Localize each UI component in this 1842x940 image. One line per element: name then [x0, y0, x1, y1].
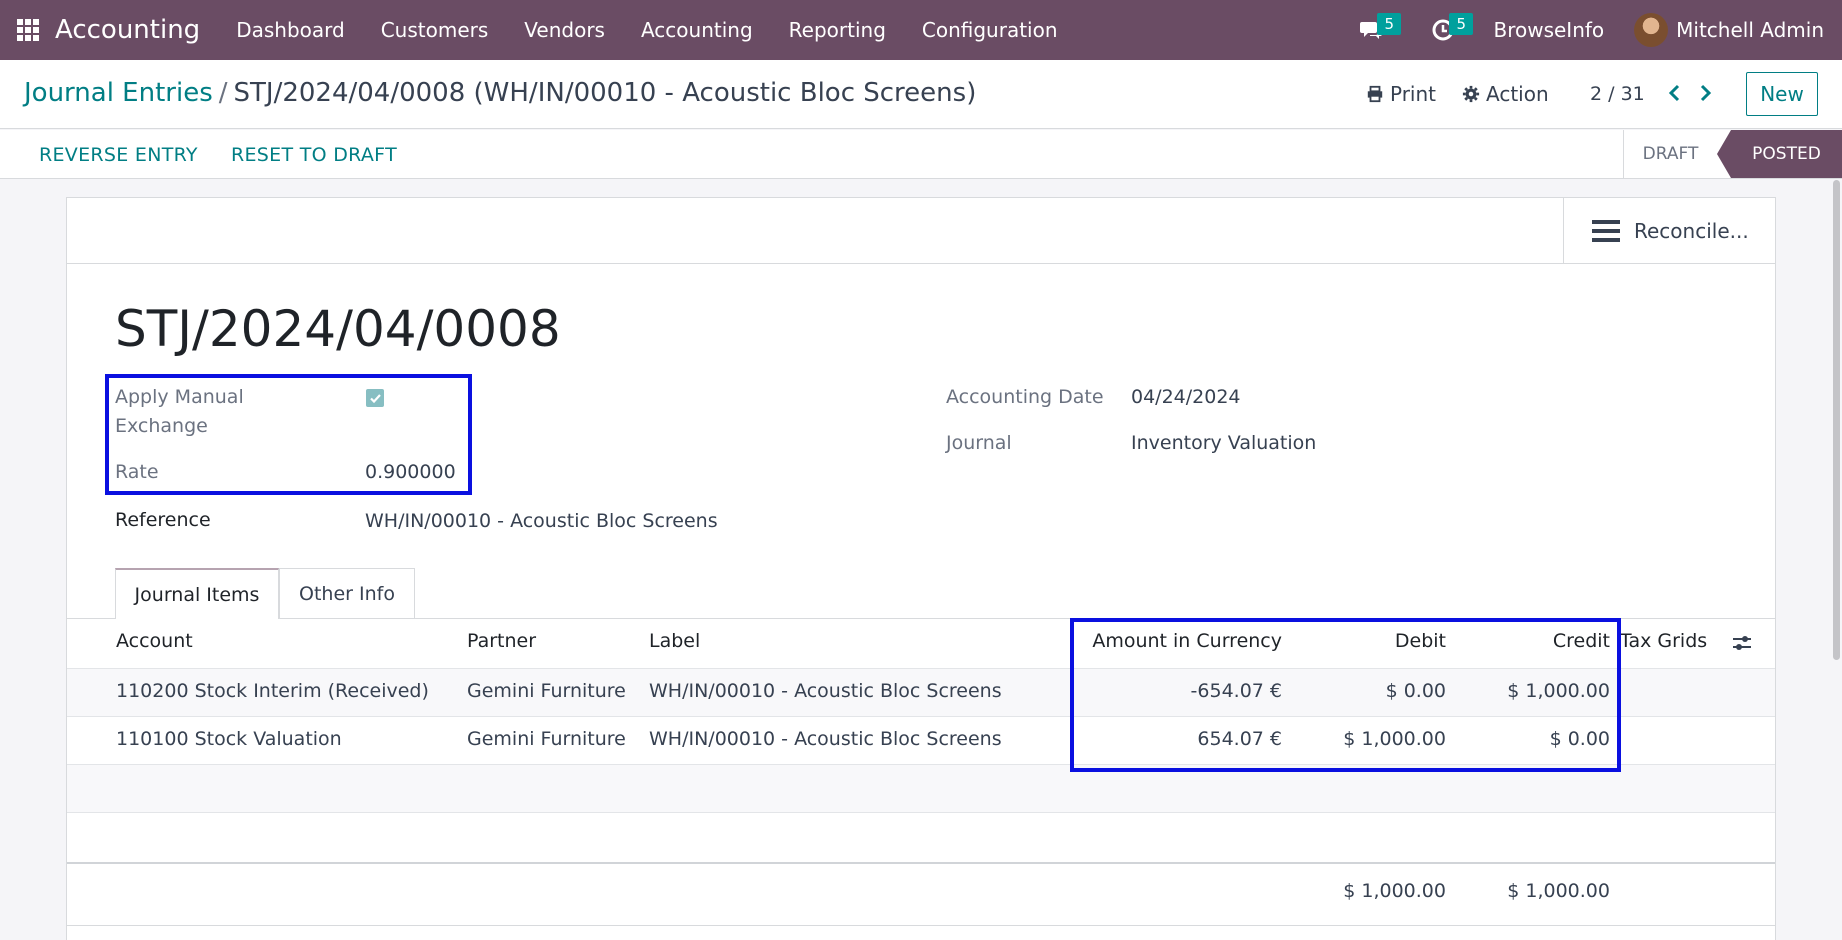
chevron-right-icon	[1700, 84, 1712, 102]
tab-other-info[interactable]: Other Info	[279, 568, 415, 618]
page-title: STJ/2024/04/0008	[115, 300, 561, 358]
footer-divider	[67, 925, 1775, 926]
total-credit: $ 1,000.00	[1507, 880, 1610, 902]
menu-customers[interactable]: Customers	[363, 18, 507, 42]
activities-badge: 5	[1449, 13, 1474, 35]
breadcrumb-separator: /	[218, 78, 228, 108]
totals-divider	[67, 862, 1775, 864]
status-bar: REVERSE ENTRY RESET TO DRAFT DRAFT POSTE…	[0, 130, 1842, 179]
print-label: Print	[1390, 82, 1437, 106]
messages-badge: 5	[1377, 13, 1402, 35]
accounting-date-label: Accounting Date	[946, 386, 1104, 408]
accounting-date-field[interactable]: 04/24/2024	[1131, 383, 1241, 412]
action-button[interactable]: Action	[1462, 82, 1549, 106]
row1-account: 110200 Stock Interim (Received)	[116, 680, 429, 702]
action-label: Action	[1486, 82, 1549, 106]
column-header-account[interactable]: Account	[116, 630, 193, 652]
page-scrollbar[interactable]	[1833, 180, 1840, 660]
reference-label: Reference	[115, 509, 211, 531]
reverse-entry-button[interactable]: REVERSE ENTRY	[39, 144, 198, 166]
row1-label: WH/IN/00010 - Acoustic Bloc Screens	[649, 680, 1002, 702]
gear-icon	[1462, 85, 1480, 103]
chevron-left-icon	[1668, 84, 1680, 102]
column-header-label[interactable]: Label	[649, 630, 700, 652]
row2-account: 110100 Stock Valuation	[116, 728, 342, 750]
tab-journal-items[interactable]: Journal Items	[115, 568, 279, 619]
activities-button[interactable]: 5	[1421, 0, 1474, 60]
new-button[interactable]: New	[1746, 72, 1818, 116]
menu-vendors[interactable]: Vendors	[506, 18, 623, 42]
stage-draft[interactable]: DRAFT	[1623, 130, 1717, 178]
reconcile-button[interactable]: Reconcile...	[1563, 198, 1775, 264]
reconcile-label: Reconcile...	[1634, 219, 1749, 243]
menu-dashboard[interactable]: Dashboard	[218, 18, 363, 42]
row1-partner: Gemini Furniture	[467, 680, 626, 702]
button-box: Reconcile...	[67, 198, 1775, 264]
menu-reporting[interactable]: Reporting	[771, 18, 904, 42]
column-settings-icon[interactable]	[1731, 632, 1753, 654]
column-header-partner[interactable]: Partner	[467, 630, 536, 652]
row2-partner: Gemini Furniture	[467, 728, 626, 750]
stage-posted[interactable]: POSTED	[1717, 130, 1842, 178]
pager-next-button[interactable]	[1693, 80, 1717, 106]
pager-previous-button[interactable]	[1663, 80, 1687, 106]
total-debit: $ 1,000.00	[1343, 880, 1446, 902]
row2-label: WH/IN/00010 - Acoustic Bloc Screens	[649, 728, 1002, 750]
messages-button[interactable]: 5	[1349, 0, 1402, 60]
journal-label: Journal	[946, 432, 1012, 454]
user-menu[interactable]: Mitchell Admin	[1676, 18, 1824, 42]
app-name[interactable]: Accounting	[55, 15, 200, 45]
column-header-tax-grids[interactable]: Tax Grids	[1620, 630, 1707, 652]
empty-row	[67, 812, 1775, 862]
print-icon	[1367, 85, 1383, 103]
form-sheet: Reconcile... STJ/2024/04/0008 Apply Manu…	[66, 197, 1776, 940]
pager-value[interactable]: 2 / 31	[1590, 83, 1645, 105]
highlight-exchange-box	[105, 374, 472, 495]
control-panel: Journal Entries / STJ/2024/04/0008 (WH/IN/…	[0, 60, 1842, 129]
company-switcher[interactable]: BrowseInfo	[1493, 18, 1604, 42]
avatar[interactable]	[1634, 13, 1669, 47]
reset-to-draft-button[interactable]: RESET TO DRAFT	[231, 144, 397, 166]
breadcrumb: Journal Entries / STJ/2024/04/0008 (WH/IN/…	[24, 78, 976, 108]
menu-accounting[interactable]: Accounting	[623, 18, 771, 42]
reference-field[interactable]: WH/IN/00010 - Acoustic Bloc Screens	[365, 507, 718, 536]
menu-configuration[interactable]: Configuration	[904, 18, 1076, 42]
journal-field[interactable]: Inventory Valuation	[1131, 429, 1316, 458]
app-grid-icon[interactable]	[17, 19, 39, 41]
breadcrumb-journal-entries[interactable]: Journal Entries	[24, 78, 213, 108]
highlight-amounts-box	[1070, 618, 1621, 772]
breadcrumb-current: STJ/2024/04/0008 (WH/IN/00010 - Acoustic…	[233, 78, 977, 108]
print-button[interactable]: Print	[1366, 82, 1436, 106]
top-navbar: Accounting Dashboard Customers Vendors A…	[0, 0, 1842, 60]
list-icon	[1592, 220, 1620, 242]
